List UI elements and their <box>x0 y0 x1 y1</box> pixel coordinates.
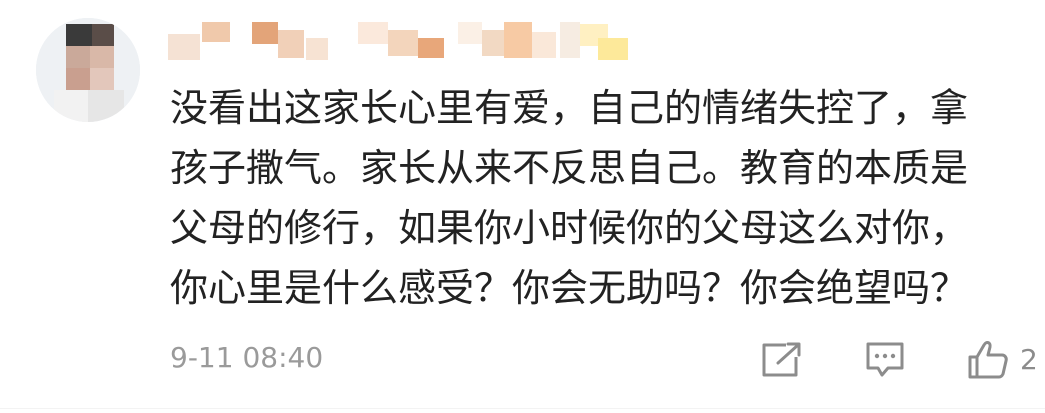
divider <box>0 408 1045 409</box>
comment-line: 孩子撒气。家长从来不反思自己。教育的本质是 <box>170 146 969 190</box>
comment-card: 没看出这家长心里有爱，自己的情绪失控了，拿 孩子撒气。家长从来不反思自己。教育的… <box>0 0 1045 413</box>
like-button[interactable]: 2 <box>966 336 1038 384</box>
username-pixelated[interactable] <box>168 16 638 64</box>
reply-button[interactable] <box>864 336 906 384</box>
comment-timestamp: 9-11 08:40 <box>170 341 324 374</box>
comment-line: 你心里是什么感受？你会无助吗？你会绝望吗？ <box>170 266 969 310</box>
share-button[interactable] <box>760 336 802 384</box>
comment-line: 父母的修行，如果你小时候你的父母这么对你， <box>170 206 969 250</box>
comment-icon <box>866 342 904 377</box>
share-icon <box>762 342 801 377</box>
comment-text: 没看出这家长心里有爱，自己的情绪失控了，拿 孩子撒气。家长从来不反思自己。教育的… <box>170 78 1030 318</box>
comment-line: 没看出这家长心里有爱，自己的情绪失控了，拿 <box>170 86 969 130</box>
thumbs-up-icon <box>968 341 1008 379</box>
avatar[interactable] <box>36 18 140 122</box>
like-count: 2 <box>1020 343 1038 376</box>
